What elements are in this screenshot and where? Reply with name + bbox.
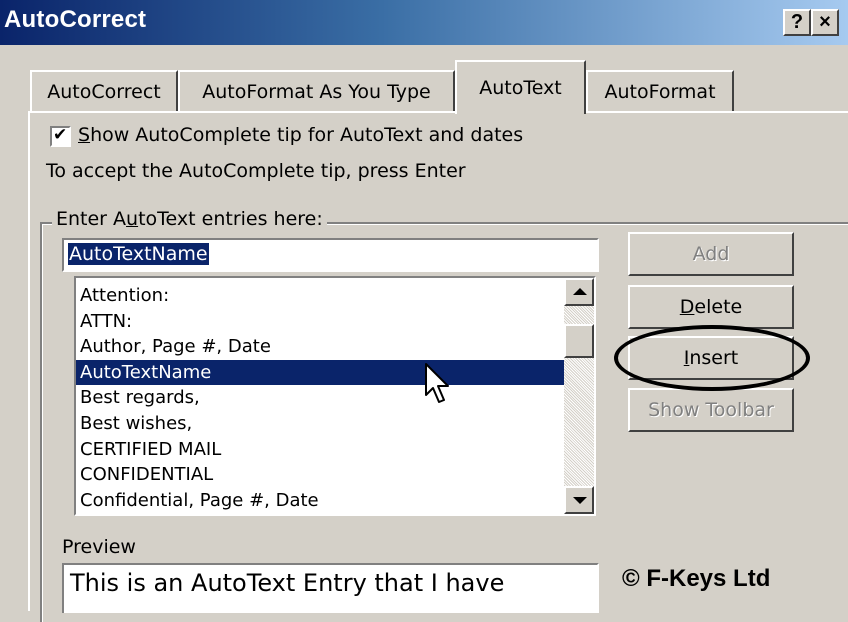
list-item-selected[interactable]: AutoTextName xyxy=(76,359,566,386)
list-item[interactable]: Confidential, Page #, Date xyxy=(76,488,566,514)
tab-autoformat-as-you-type[interactable]: AutoFormat As You Type xyxy=(178,70,455,112)
add-button[interactable]: Add xyxy=(628,232,794,276)
arrow-up-icon xyxy=(573,288,587,295)
list-item[interactable]: Author, Page #, Date xyxy=(76,334,566,360)
tab-autotext[interactable]: AutoText xyxy=(455,60,586,114)
arrow-down-icon xyxy=(573,497,587,504)
preview-label: Preview xyxy=(62,536,136,558)
insert-button[interactable]: Insert xyxy=(628,336,794,380)
scroll-down-button[interactable] xyxy=(564,486,594,514)
copyright-watermark: © F-Keys Ltd xyxy=(622,565,771,592)
show-autocomplete-label[interactable]: Show AutoComplete tip for AutoText and d… xyxy=(78,124,523,146)
list-item[interactable]: Best regards, xyxy=(76,385,566,411)
tab-label: AutoCorrect xyxy=(47,81,161,103)
tab-autoformat[interactable]: AutoFormat xyxy=(586,70,734,112)
help-button[interactable]: ? xyxy=(783,9,811,36)
tab-label: AutoFormat As You Type xyxy=(202,81,431,103)
window-title: AutoCorrect xyxy=(4,6,147,33)
list-items: Attention: ATTN: Author, Page #, Date Au… xyxy=(76,283,566,513)
show-toolbar-button[interactable]: Show Toolbar xyxy=(628,388,794,432)
list-item[interactable]: Attention: xyxy=(76,283,566,309)
title-bar: AutoCorrect ? × xyxy=(0,0,848,45)
tab-label: AutoText xyxy=(479,77,562,99)
tab-label: AutoFormat xyxy=(604,81,716,103)
list-item[interactable]: CERTIFIED MAIL xyxy=(76,437,566,463)
preview-text: This is an AutoText Entry that I have xyxy=(70,569,505,597)
list-scrollbar[interactable] xyxy=(564,278,594,514)
mouse-cursor-icon xyxy=(425,363,449,403)
list-item[interactable]: Best wishes, xyxy=(76,411,566,437)
tab-autocorrect[interactable]: AutoCorrect xyxy=(30,70,178,112)
autotext-name-input[interactable]: AutoTextName xyxy=(62,238,599,272)
entries-group-label: Enter AutoText entries here: xyxy=(52,208,327,230)
autotext-entries-list[interactable]: Attention: ATTN: Author, Page #, Date Au… xyxy=(74,276,596,516)
list-item[interactable]: ATTN: xyxy=(76,309,566,335)
close-button[interactable]: × xyxy=(811,9,839,36)
delete-button[interactable]: Delete xyxy=(628,285,794,329)
autocomplete-hint: To accept the AutoComplete tip, press En… xyxy=(46,160,466,182)
name-input-value: AutoTextName xyxy=(68,243,209,265)
list-item[interactable]: CONFIDENTIAL xyxy=(76,462,566,488)
scroll-thumb[interactable] xyxy=(564,324,594,358)
show-autocomplete-checkbox[interactable]: ✔ xyxy=(50,125,71,147)
scroll-up-button[interactable] xyxy=(564,278,594,306)
preview-box: This is an AutoText Entry that I have xyxy=(62,563,599,613)
check-mark-icon: ✔ xyxy=(53,125,68,145)
